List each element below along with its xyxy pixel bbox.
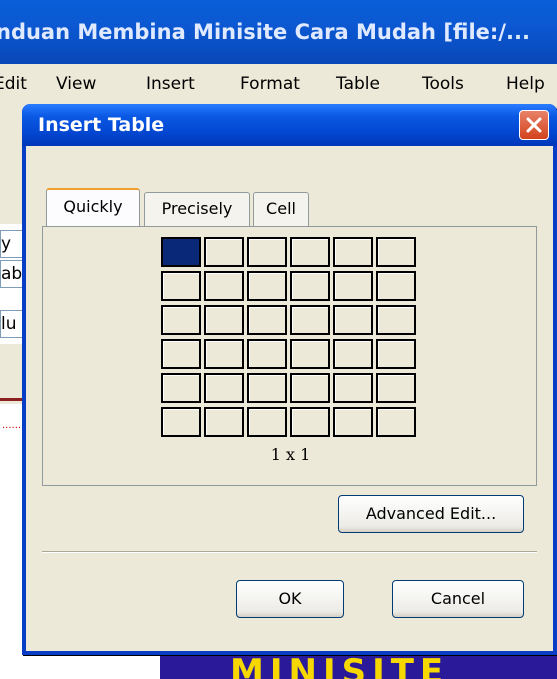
grid-cell[interactable] bbox=[376, 339, 416, 369]
grid-cell[interactable] bbox=[290, 407, 330, 437]
grid-cell[interactable] bbox=[376, 271, 416, 301]
menu-table[interactable]: Table bbox=[336, 74, 380, 94]
grid-cell[interactable] bbox=[161, 373, 201, 403]
grid-size-label: 1 x 1 bbox=[270, 445, 311, 464]
grid-cell[interactable] bbox=[333, 237, 373, 267]
app-title-bar: nduan Membina Minisite Cara Mudah [file:… bbox=[0, 0, 557, 64]
grid-cell[interactable] bbox=[204, 237, 244, 267]
grid-cell[interactable] bbox=[161, 305, 201, 335]
grid-cell[interactable] bbox=[204, 305, 244, 335]
grid-cell[interactable] bbox=[161, 271, 201, 301]
grid-cell[interactable] bbox=[204, 373, 244, 403]
grid-cell[interactable] bbox=[290, 305, 330, 335]
grid-cell[interactable] bbox=[247, 407, 287, 437]
grid-cell[interactable] bbox=[290, 373, 330, 403]
grid-cell[interactable] bbox=[376, 305, 416, 335]
grid-cell[interactable] bbox=[161, 407, 201, 437]
close-button[interactable] bbox=[519, 110, 549, 140]
grid-cell[interactable] bbox=[376, 407, 416, 437]
grid-cell[interactable] bbox=[247, 305, 287, 335]
grid-cell[interactable] bbox=[204, 339, 244, 369]
left-dots: ...... bbox=[2, 420, 22, 431]
grid-cell[interactable] bbox=[161, 237, 201, 267]
grid-cell[interactable] bbox=[376, 373, 416, 403]
grid-cell[interactable] bbox=[247, 373, 287, 403]
dialog-separator bbox=[42, 551, 537, 553]
tab-panel-quickly: 1 x 1 bbox=[42, 226, 537, 486]
left-gray-area bbox=[0, 344, 24, 404]
menu-help[interactable]: Help bbox=[506, 74, 545, 94]
menu-format[interactable]: Format bbox=[240, 74, 300, 94]
menu-edit[interactable]: Edit bbox=[0, 74, 27, 94]
grid-cell[interactable] bbox=[247, 339, 287, 369]
grid-cell[interactable] bbox=[290, 237, 330, 267]
grid-cell[interactable] bbox=[290, 271, 330, 301]
dialog-body: Quickly Precisely Cell 1 x 1 Advanced Ed… bbox=[26, 146, 553, 651]
ok-button[interactable]: OK bbox=[236, 580, 344, 618]
grid-cell[interactable] bbox=[333, 373, 373, 403]
grid-cell[interactable] bbox=[161, 339, 201, 369]
grid-cell[interactable] bbox=[333, 407, 373, 437]
grid-cell[interactable] bbox=[204, 407, 244, 437]
menu-view[interactable]: View bbox=[56, 74, 96, 94]
grid-cell[interactable] bbox=[247, 237, 287, 267]
dialog-title: Insert Table bbox=[38, 114, 165, 136]
grid-cell[interactable] bbox=[333, 271, 373, 301]
grid-cell[interactable] bbox=[333, 305, 373, 335]
advanced-edit-button[interactable]: Advanced Edit... bbox=[338, 495, 524, 533]
grid-cell[interactable] bbox=[204, 271, 244, 301]
banner-text: MINISITE bbox=[230, 652, 450, 679]
grid-cell[interactable] bbox=[333, 339, 373, 369]
app-title: nduan Membina Minisite Cara Mudah [file:… bbox=[0, 20, 530, 44]
tab-cell[interactable]: Cell bbox=[253, 192, 309, 226]
grid-cell[interactable] bbox=[247, 271, 287, 301]
tab-quickly[interactable]: Quickly bbox=[46, 188, 140, 226]
menu-tools[interactable]: Tools bbox=[422, 74, 464, 94]
ok-label: OK bbox=[278, 589, 302, 608]
menu-bar: Edit View Insert Format Table Tools Help bbox=[0, 64, 557, 104]
left-panel: y ab lu ...... bbox=[0, 224, 26, 679]
grid-cell[interactable] bbox=[290, 339, 330, 369]
dialog-title-bar[interactable]: Insert Table bbox=[22, 104, 557, 146]
tab-precisely[interactable]: Precisely bbox=[144, 192, 250, 226]
minisite-banner: MINISITE bbox=[160, 652, 557, 679]
cancel-label: Cancel bbox=[430, 589, 486, 608]
close-icon bbox=[526, 117, 542, 133]
grid-cell[interactable] bbox=[376, 237, 416, 267]
insert-table-dialog: Insert Table Quickly Precisely Cell 1 x … bbox=[22, 104, 557, 655]
advanced-edit-label: Advanced Edit... bbox=[365, 504, 497, 523]
cancel-button[interactable]: Cancel bbox=[392, 580, 524, 618]
left-divider bbox=[0, 398, 22, 401]
menu-insert[interactable]: Insert bbox=[146, 74, 195, 94]
